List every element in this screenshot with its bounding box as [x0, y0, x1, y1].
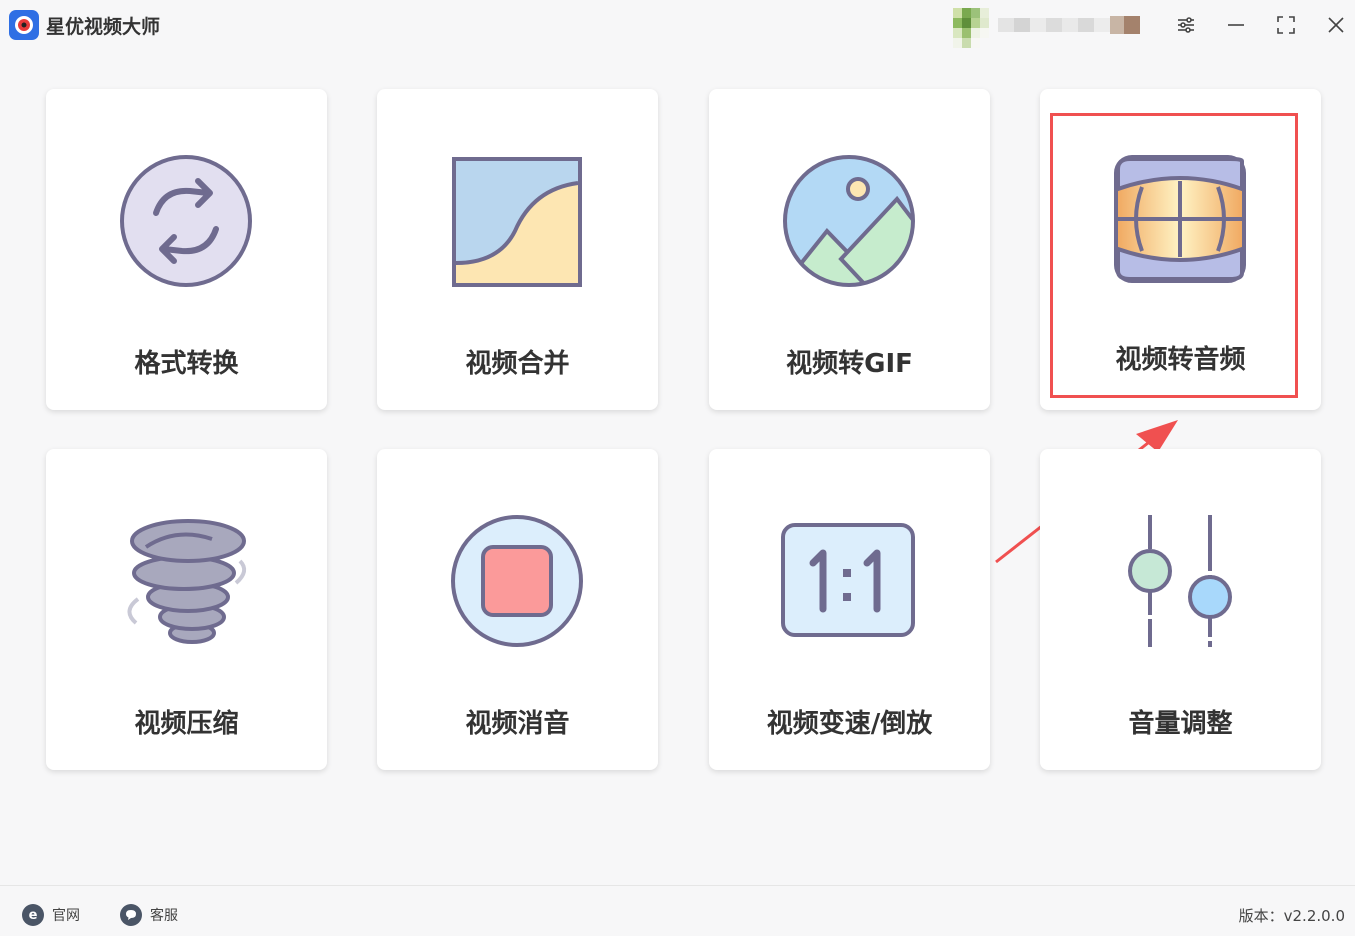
website-link[interactable]: e 官网	[22, 904, 80, 926]
app-logo-icon	[9, 10, 39, 40]
merge-icon	[447, 151, 587, 291]
tool-label: 格式转换	[134, 349, 239, 379]
tool-card-video-compress[interactable]: 视频压缩	[46, 449, 327, 770]
avatar[interactable]	[953, 8, 989, 48]
tool-label: 视频转GIF	[786, 349, 913, 379]
support-label: 客服	[150, 908, 178, 924]
compress-icon	[116, 511, 256, 651]
gif-icon	[779, 151, 919, 291]
chat-bubble-icon	[120, 904, 142, 926]
version-label: 版本：v2.2.0.0	[1238, 907, 1345, 925]
close-icon[interactable]	[1323, 12, 1349, 38]
tool-card-format-convert[interactable]: 格式转换	[46, 89, 327, 410]
tool-label: 视频变速/倒放	[766, 709, 933, 739]
maximize-icon[interactable]	[1273, 12, 1299, 38]
mute-icon	[447, 511, 587, 651]
footer: e 官网 客服 版本：v2.2.0.0	[0, 885, 1355, 936]
website-label: 官网	[52, 908, 80, 924]
support-link[interactable]: 客服	[120, 904, 178, 926]
tool-label: 视频压缩	[134, 709, 239, 739]
tool-card-volume-adjust[interactable]: 音量调整	[1040, 449, 1321, 770]
tool-label: 视频合并	[465, 349, 570, 379]
speed-icon	[779, 511, 919, 651]
tool-card-video-mute[interactable]: 视频消音	[377, 449, 658, 770]
tool-card-video-merge[interactable]: 视频合并	[377, 89, 658, 410]
title-bar: 星优视频大师	[0, 0, 1355, 52]
volume-adjust-icon	[1110, 511, 1250, 651]
tool-label: 视频消音	[465, 709, 570, 739]
tool-card-video-to-gif[interactable]: 视频转GIF	[709, 89, 990, 410]
app-title: 星优视频大师	[46, 16, 161, 38]
tool-card-video-speed-reverse[interactable]: 视频变速/倒放	[709, 449, 990, 770]
browser-e-icon: e	[22, 904, 44, 926]
minimize-icon[interactable]	[1223, 12, 1249, 38]
tool-label: 音量调整	[1128, 709, 1233, 739]
settings-icon[interactable]	[1173, 12, 1199, 38]
highlight-box	[1050, 113, 1298, 398]
username-blurred	[998, 14, 1144, 38]
convert-icon	[116, 151, 256, 291]
